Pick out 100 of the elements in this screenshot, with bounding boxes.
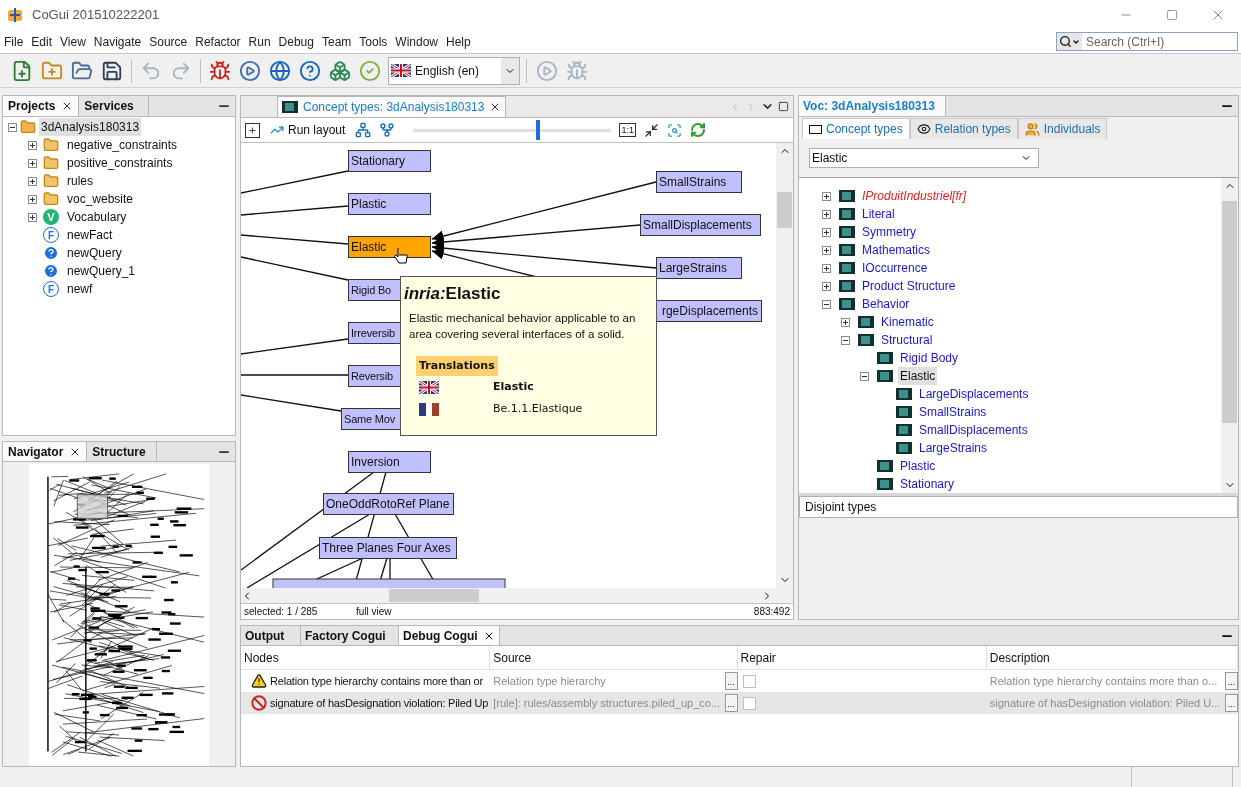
- collapse-icon[interactable]: [860, 371, 869, 381]
- menu-item[interactable]: Edit: [27, 32, 57, 51]
- menu-item[interactable]: Window: [391, 32, 443, 51]
- tree-item[interactable]: Plastic: [898, 457, 938, 475]
- tree-item[interactable]: SmallStrains: [917, 403, 989, 421]
- vertical-scrollbar[interactable]: [1221, 178, 1238, 493]
- tree-item[interactable]: newFact: [65, 226, 115, 244]
- menu-item[interactable]: Help: [442, 32, 475, 51]
- expand-icon[interactable]: [822, 191, 831, 201]
- tree-item[interactable]: newQuery_1: [65, 262, 138, 280]
- concept-node[interactable]: Elastic: [348, 236, 431, 258]
- repair-checkbox[interactable]: [742, 696, 756, 710]
- more-button[interactable]: ...: [724, 672, 738, 690]
- panel-tab[interactable]: Projects: [3, 96, 80, 116]
- panel-tab[interactable]: Debug Cogui: [399, 626, 500, 645]
- tree-item[interactable]: LargeDisplacements: [917, 385, 1031, 403]
- menu-item[interactable]: View: [56, 32, 90, 51]
- scrollbar-thumb[interactable]: [1222, 201, 1237, 423]
- expand-icon[interactable]: [822, 245, 831, 255]
- expand-icon[interactable]: [822, 281, 831, 291]
- concept-node[interactable]: Inversion: [348, 451, 431, 473]
- panel-tab[interactable]: Navigator: [3, 442, 88, 461]
- concept-node[interactable]: Stationary: [348, 150, 431, 172]
- tree-layout-icon[interactable]: [355, 122, 372, 138]
- zoom-slider[interactable]: [413, 120, 612, 140]
- search-icon[interactable]: [1059, 35, 1072, 48]
- tree-item[interactable]: SmallDisplacements: [917, 421, 1030, 439]
- tree-item[interactable]: LargeStrains: [917, 439, 990, 457]
- column-header[interactable]: Repair: [737, 646, 987, 669]
- tree-item[interactable]: IProduitIndustriel[fr]: [860, 187, 969, 205]
- concept-node[interactable]: SmallDisplacements: [640, 214, 761, 236]
- new-concept-type-icon[interactable]: [245, 122, 260, 138]
- expand-icon[interactable]: [28, 212, 37, 222]
- tree-item[interactable]: newf: [65, 280, 95, 298]
- slider-thumb[interactable]: [536, 120, 541, 140]
- tree-item[interactable]: Rigid Body: [898, 349, 961, 367]
- more-button[interactable]: ...: [1225, 694, 1238, 712]
- collapse-icon[interactable]: [822, 299, 831, 309]
- scrollbar-thumb[interactable]: [389, 589, 479, 602]
- menu-item[interactable]: File: [0, 32, 28, 51]
- tree-item[interactable]: IOccurrence: [860, 259, 930, 277]
- expand-icon[interactable]: [28, 140, 37, 150]
- tree-item[interactable]: Mathematics: [860, 241, 933, 259]
- tree-item[interactable]: newQuery: [65, 244, 124, 262]
- actual-size-button[interactable]: 1:1: [619, 123, 636, 137]
- concept-node[interactable]: Plastic: [348, 193, 431, 215]
- tree-item[interactable]: voc_website: [65, 190, 136, 208]
- menu-item[interactable]: Tools: [355, 32, 392, 51]
- expand-icon[interactable]: [28, 176, 37, 186]
- refresh-icon[interactable]: [689, 122, 706, 138]
- tree-item[interactable]: 3dAnalysis180313: [39, 118, 142, 136]
- collapse-icon[interactable]: [8, 122, 17, 132]
- fit-view-icon[interactable]: [643, 122, 659, 138]
- vertical-scrollbar[interactable]: [776, 143, 793, 588]
- scrollbar-thumb[interactable]: [777, 192, 792, 228]
- tree-item[interactable]: Kinematic: [879, 313, 936, 331]
- column-header[interactable]: Source: [490, 646, 738, 669]
- repair-checkbox[interactable]: [742, 674, 756, 688]
- column-header[interactable]: Nodes: [241, 646, 491, 669]
- search-input[interactable]: Search (Ctrl+I): [1082, 33, 1237, 50]
- column-header[interactable]: Description: [986, 646, 1238, 669]
- menu-item[interactable]: Team: [318, 32, 356, 51]
- tree-item[interactable]: Structural: [879, 331, 935, 349]
- language-dropdown[interactable]: English (en): [388, 56, 520, 85]
- expand-icon[interactable]: [841, 317, 850, 327]
- collapse-icon[interactable]: [841, 335, 850, 345]
- menu-item[interactable]: Refactor: [191, 32, 245, 51]
- run-layout-button[interactable]: Run layout: [268, 121, 348, 139]
- horizontal-scrollbar[interactable]: [241, 588, 793, 603]
- menu-item[interactable]: Debug: [274, 32, 318, 51]
- more-button[interactable]: ...: [724, 694, 738, 712]
- tree-item[interactable]: Literal: [860, 205, 897, 223]
- maximize-icon[interactable]: [778, 101, 789, 112]
- expand-icon[interactable]: [822, 209, 831, 219]
- expand-icon[interactable]: [822, 263, 831, 273]
- concept-node[interactable]: LargeStrains: [656, 257, 742, 279]
- tree-item[interactable]: Product Structure: [860, 277, 958, 295]
- tree-item[interactable]: rules: [65, 172, 95, 190]
- concept-node[interactable]: OneOddRotoRef Plane: [323, 493, 454, 515]
- concept-node[interactable]: Rigid Bo: [348, 279, 402, 301]
- expand-icon[interactable]: [28, 158, 37, 168]
- tab[interactable]: Relation types: [909, 118, 1018, 139]
- expand-icon[interactable]: [28, 194, 37, 204]
- expand-icon[interactable]: [822, 227, 831, 237]
- panel-tab[interactable]: Output: [241, 626, 301, 645]
- tree-item[interactable]: Elastic: [898, 367, 938, 385]
- tree-item[interactable]: Stationary: [898, 475, 957, 493]
- tab[interactable]: Concept types: [802, 118, 910, 139]
- concept-node[interactable]: Three Planes Four Axes: [319, 537, 457, 559]
- concept-node[interactable]: Irreversib: [348, 322, 402, 344]
- tree-item[interactable]: Symmetry: [860, 223, 918, 241]
- search-field[interactable]: Search (Ctrl+I): [1056, 32, 1238, 51]
- filter-dropdown[interactable]: Elastic: [809, 148, 1039, 168]
- concept-node[interactable]: Reversib: [348, 365, 402, 387]
- menu-item[interactable]: Source: [145, 32, 192, 51]
- tree-item[interactable]: negative_constraints: [65, 136, 180, 154]
- more-button[interactable]: ...: [1225, 672, 1238, 690]
- tree-item[interactable]: positive_constraints: [65, 154, 175, 172]
- menu-item[interactable]: Navigate: [89, 32, 146, 51]
- zoom-icon[interactable]: [666, 122, 682, 138]
